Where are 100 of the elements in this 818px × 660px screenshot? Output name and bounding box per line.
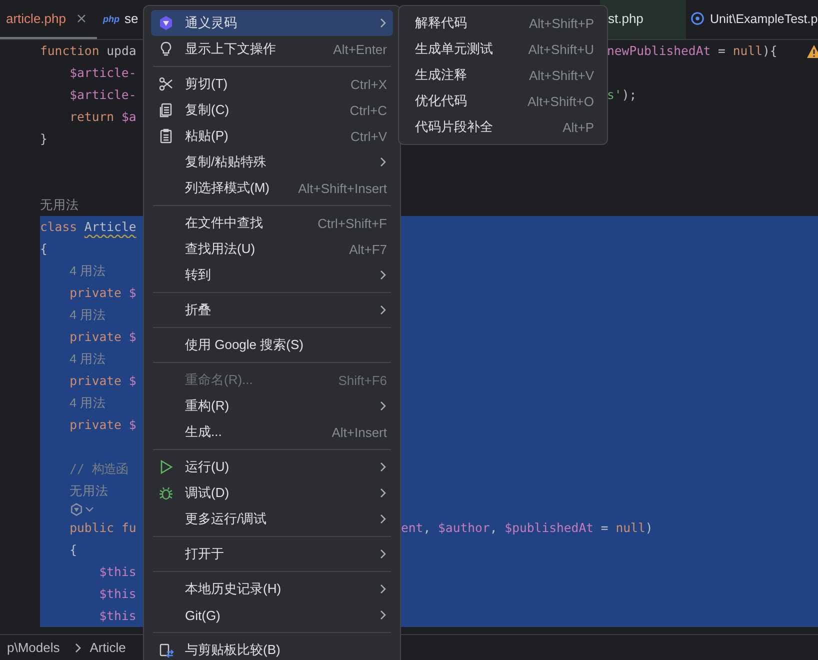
scissors-icon bbox=[158, 76, 174, 92]
menu-item[interactable]: 更多运行/调试 bbox=[151, 506, 393, 532]
variable-text: $author bbox=[438, 521, 490, 535]
test-file-icon bbox=[690, 11, 705, 26]
menu-item[interactable]: 与剪贴板比较(B) bbox=[151, 637, 393, 660]
menu-item[interactable]: 通义灵码 bbox=[151, 10, 393, 36]
shortcut-label: Shift+F6 bbox=[338, 372, 387, 388]
keyword-text: null bbox=[616, 521, 646, 535]
shortcut-label: Alt+Shift+P bbox=[528, 16, 594, 30]
php-file-icon: php bbox=[103, 14, 120, 24]
clipboard-icon bbox=[158, 128, 174, 144]
string-text: s' bbox=[607, 88, 622, 102]
menu-item[interactable]: 优化代码 Alt+Shift+O bbox=[406, 88, 600, 114]
menu-item[interactable]: 打开于 bbox=[151, 541, 393, 567]
code-text: , bbox=[423, 521, 432, 535]
shortcut-label: Ctrl+V bbox=[350, 128, 387, 144]
menu-item[interactable]: 生成单元测试 Alt+Shift+U bbox=[406, 36, 600, 62]
shortcut-label: Alt+Enter bbox=[333, 42, 387, 56]
shortcut-label: Ctrl+C bbox=[350, 102, 387, 118]
keyword-text: private bbox=[70, 286, 122, 300]
code-text: ); bbox=[622, 88, 637, 102]
menu-item[interactable]: 折叠 bbox=[151, 297, 393, 323]
menu-item[interactable]: 使用 Google 搜索(S) bbox=[151, 332, 393, 358]
menu-item[interactable]: 复制(C) Ctrl+C bbox=[151, 97, 393, 123]
keyword-text: private bbox=[70, 418, 122, 432]
variable-text: $ bbox=[128, 286, 136, 300]
menu-item[interactable]: 重构(R) bbox=[151, 393, 393, 419]
shortcut-label: Alt+Shift+V bbox=[528, 68, 594, 82]
menu-item[interactable]: Git(G) bbox=[151, 602, 393, 628]
keyword-text: class bbox=[40, 220, 78, 234]
variable-text: $ bbox=[128, 418, 136, 432]
copy-icon bbox=[158, 102, 174, 118]
usage-hint[interactable]: 无用法 bbox=[40, 196, 79, 214]
shortcut-label: Ctrl+Shift+F bbox=[318, 216, 387, 230]
keyword-text: null bbox=[732, 44, 762, 58]
variable-text: $article- bbox=[70, 88, 136, 102]
shortcut-label: Alt+Insert bbox=[332, 424, 387, 440]
class-name-text: Article bbox=[84, 220, 136, 234]
code-text: { bbox=[70, 543, 78, 557]
menu-item[interactable]: 复制/粘贴特殊 bbox=[151, 149, 393, 175]
shortcut-label: Alt+Shift+U bbox=[528, 42, 594, 56]
menu-item[interactable]: 生成... Alt+Insert bbox=[151, 419, 393, 445]
tab-label: st.php bbox=[608, 11, 644, 26]
clipboard-compare-icon bbox=[158, 642, 174, 658]
menu-item[interactable]: 剪切(T) Ctrl+X bbox=[151, 71, 393, 97]
shortcut-label: Alt+F7 bbox=[349, 242, 387, 256]
variable-text: $publishedAt bbox=[504, 521, 594, 535]
tab-label: Unit\ExampleTest.p bbox=[710, 12, 818, 26]
menu-item[interactable]: 查找用法(U) Alt+F7 bbox=[151, 236, 393, 262]
keyword-text: private bbox=[70, 330, 122, 344]
comment-text: // 构造函 bbox=[70, 460, 128, 478]
code-text: = bbox=[600, 521, 610, 535]
breadcrumb-item[interactable]: Article bbox=[90, 640, 126, 655]
code-text: { bbox=[40, 242, 48, 256]
code-text: ) bbox=[645, 521, 653, 535]
breadcrumb-separator-icon bbox=[74, 642, 82, 652]
variable-text: $a bbox=[121, 110, 136, 124]
menu-item[interactable]: 转到 bbox=[151, 262, 393, 288]
keyword-text: private bbox=[70, 374, 122, 388]
run-icon bbox=[158, 459, 174, 475]
menu-item[interactable]: 解释代码 Alt+Shift+P bbox=[406, 10, 600, 36]
menu-item[interactable]: 显示上下文操作 Alt+Enter bbox=[151, 36, 393, 62]
warning-icon[interactable] bbox=[806, 44, 818, 59]
variable-text: ent bbox=[401, 521, 424, 535]
menu-item[interactable]: 本地历史记录(H) bbox=[151, 576, 393, 602]
keyword-text: function bbox=[40, 44, 100, 58]
menu-item[interactable]: 粘贴(P) Ctrl+V bbox=[151, 123, 393, 149]
shortcut-label: Alt+Shift+Insert bbox=[298, 180, 387, 196]
menu-item[interactable]: 代码片段补全 Alt+P bbox=[406, 114, 600, 140]
menu-item[interactable]: 调试(D) bbox=[151, 480, 393, 506]
variable-text: $ bbox=[128, 374, 136, 388]
code-text: } bbox=[40, 132, 48, 146]
close-icon[interactable] bbox=[76, 14, 86, 23]
code-text: upda bbox=[106, 44, 136, 58]
lightbulb-icon bbox=[158, 41, 174, 57]
code-text: , bbox=[490, 521, 498, 535]
breadcrumb-item[interactable]: p\Models bbox=[7, 640, 60, 655]
code-text: ){ bbox=[762, 44, 778, 58]
keyword-text: return bbox=[70, 110, 116, 124]
menu-item[interactable]: 运行(U) bbox=[151, 454, 393, 480]
shortcut-label: Alt+P bbox=[562, 120, 594, 134]
variable-text: $article- bbox=[70, 66, 136, 80]
variable-text: $ bbox=[128, 330, 136, 344]
hexagon-logo-icon bbox=[158, 15, 174, 31]
bug-icon bbox=[158, 485, 174, 501]
ai-assistant-icon[interactable] bbox=[70, 503, 83, 516]
variable-text: newPublishedAt bbox=[607, 44, 711, 58]
menu-item[interactable]: 生成注释 Alt+Shift+V bbox=[406, 62, 600, 88]
menu-item[interactable]: 在文件中查找 Ctrl+Shift+F bbox=[151, 210, 393, 236]
tab-label: article.php bbox=[6, 11, 66, 26]
code-text: = bbox=[717, 44, 726, 58]
keyword-text: public bbox=[70, 521, 116, 535]
menu-item[interactable]: 列选择模式(M) Alt+Shift+Insert bbox=[151, 175, 393, 201]
chevron-down-icon[interactable] bbox=[84, 506, 94, 513]
variable-text: $this bbox=[99, 565, 136, 579]
variable-text: $this bbox=[99, 587, 136, 601]
file-tab[interactable]: st.php bbox=[600, 0, 686, 39]
shortcut-label: Ctrl+X bbox=[350, 76, 387, 92]
file-tab[interactable]: Unit\ExampleTest.p bbox=[686, 0, 818, 39]
tab-label: se bbox=[124, 11, 138, 26]
